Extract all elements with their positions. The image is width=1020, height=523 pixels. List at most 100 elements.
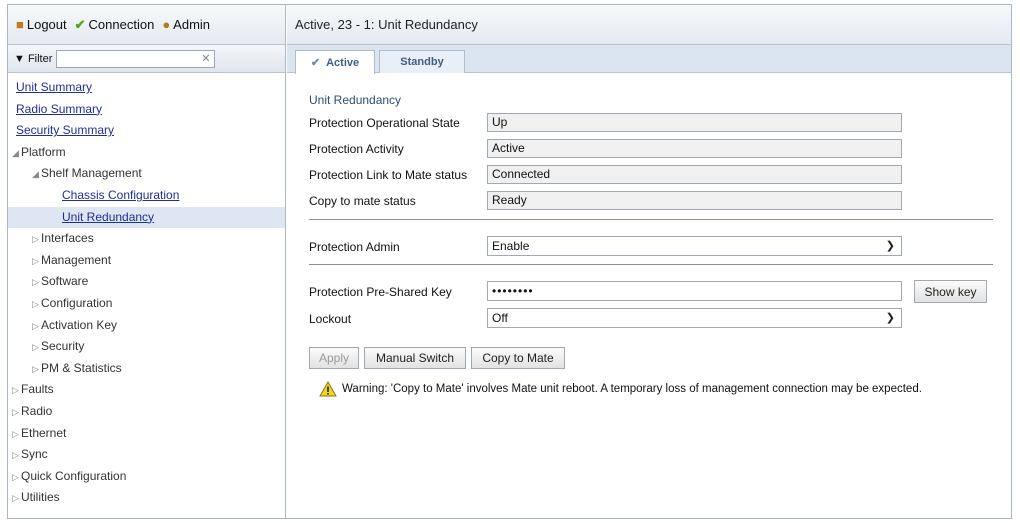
tree-item-label: Activation Key	[41, 317, 118, 332]
protection-admin-value: Enable	[492, 239, 530, 253]
link-status-field: Connected	[487, 165, 902, 184]
copy-status-field: Ready	[487, 191, 902, 210]
expanded-arrow-icon[interactable]: ◢	[12, 143, 21, 165]
tree-item[interactable]: Unit Summary	[8, 77, 285, 99]
filter-label: Filter	[27, 52, 53, 65]
lockout-value: Off	[492, 311, 508, 325]
tree-item-label: Platform	[21, 144, 66, 159]
section-title: Unit Redundancy	[309, 93, 402, 107]
activity-label: Protection Activity	[309, 141, 404, 156]
tree-item-label: Radio	[21, 403, 53, 418]
filter-input[interactable]: ✕	[56, 49, 216, 68]
tree-item[interactable]: ▷ Activation Key	[8, 315, 285, 337]
tree-item[interactable]: ▷ Software	[8, 271, 285, 293]
collapsed-arrow-icon[interactable]: ▷	[12, 380, 21, 402]
left-panel: ■ Logout ✔ Connection ● Admin ▼ Filter ✕…	[8, 5, 286, 518]
lockout-label: Lockout	[309, 311, 352, 326]
collapsed-arrow-icon[interactable]: ▷	[12, 402, 21, 424]
collapsed-arrow-icon[interactable]: ▷	[12, 467, 21, 489]
show-key-button[interactable]: Show key	[914, 280, 987, 303]
tree-item-label: PM & Statistics	[41, 360, 122, 375]
tree-item[interactable]: Radio Summary	[8, 99, 285, 121]
copy-status-row: Copy to mate status Ready	[309, 191, 1009, 210]
collapsed-arrow-icon[interactable]: ▷	[32, 337, 41, 359]
admin-user-icon: ●	[162, 17, 171, 32]
collapsed-arrow-icon[interactable]: ▷	[12, 445, 21, 467]
filter-dropdown-icon: ▼	[14, 52, 25, 65]
tree-item[interactable]: ▷ Faults	[8, 379, 285, 401]
lockout-row: Lockout Off ❯	[309, 308, 1009, 328]
connection-link[interactable]: ✔ Connection	[75, 17, 155, 33]
tree-item[interactable]: Unit Redundancy	[8, 206, 285, 229]
tree-item-label: Unit Redundancy	[62, 209, 155, 224]
tree-item[interactable]: ▷ Security	[8, 336, 285, 358]
collapsed-arrow-icon[interactable]: ▷	[12, 424, 21, 446]
chevron-down-icon: ❯	[885, 312, 895, 324]
tree-item[interactable]: ▷ Quick Configuration	[8, 466, 285, 488]
check-icon: ✔	[310, 57, 321, 69]
collapsed-arrow-icon[interactable]: ▷	[12, 488, 21, 510]
page-title: Active, 23 - 1: Unit Redundancy	[287, 5, 1011, 45]
tree-item[interactable]: ◢ Platform	[8, 142, 285, 164]
admin-label: Admin	[173, 17, 211, 32]
tree-item-label: Security	[41, 339, 85, 354]
tab-standby[interactable]: Standby	[379, 50, 465, 73]
op-state-label: Protection Operational State	[309, 115, 460, 130]
op-state-row: Protection Operational State Up	[309, 113, 1009, 132]
divider	[309, 219, 993, 220]
tree-item[interactable]: ▷ Utilities	[8, 487, 285, 509]
tree-item[interactable]: ▷ PM & Statistics	[8, 358, 285, 380]
tree-item-label: Utilities	[21, 490, 60, 505]
tree-item-label: Chassis Configuration	[62, 187, 180, 202]
filter-bar: ▼ Filter ✕	[8, 45, 285, 73]
protection-admin-select[interactable]: Enable ❯	[487, 236, 902, 256]
psk-row: Protection Pre-Shared Key •••••••• Show …	[309, 280, 1009, 303]
tree-item-label: Management	[41, 252, 112, 267]
link-status-label: Protection Link to Mate status	[309, 167, 468, 182]
activity-field: Active	[487, 139, 902, 158]
tree-item[interactable]: ▷ Radio	[8, 401, 285, 423]
copy-to-mate-button[interactable]: Copy to Mate	[471, 347, 565, 369]
tree-item[interactable]: ▷ Management	[8, 250, 285, 272]
collapsed-arrow-icon[interactable]: ▷	[32, 359, 41, 381]
lockout-select[interactable]: Off ❯	[487, 308, 902, 328]
tree-item-label: Software	[41, 274, 89, 289]
clear-filter-icon[interactable]: ✕	[201, 52, 210, 65]
tree-item-label: Interfaces	[41, 231, 94, 246]
tree-item-label: Sync	[21, 447, 48, 462]
manual-switch-button[interactable]: Manual Switch	[364, 347, 466, 369]
collapsed-arrow-icon[interactable]: ▷	[32, 294, 41, 316]
tree-item-label: Security Summary	[16, 123, 115, 138]
logout-link[interactable]: ■ Logout	[16, 17, 67, 32]
top-toolbar: ■ Logout ✔ Connection ● Admin	[8, 5, 285, 45]
expanded-arrow-icon[interactable]: ◢	[32, 164, 41, 186]
tab-active[interactable]: ✔ Active	[295, 50, 375, 74]
tree-item-label: Configuration	[41, 295, 113, 310]
tree-item[interactable]: ▷ Ethernet	[8, 423, 285, 445]
collapsed-arrow-icon[interactable]: ▷	[32, 229, 41, 251]
tree-item[interactable]: ▷ Configuration	[8, 293, 285, 315]
tree-item-label: Unit Summary	[16, 80, 93, 94]
tree-item[interactable]: ▷ Interfaces	[8, 228, 285, 250]
collapsed-arrow-icon[interactable]: ▷	[32, 316, 41, 338]
tree-item[interactable]: ▷ Sync	[8, 444, 285, 466]
tree-item[interactable]: Chassis Configuration	[8, 185, 285, 207]
psk-input[interactable]: ••••••••	[487, 281, 902, 301]
tab-active-label: Active	[326, 56, 360, 69]
admin-link[interactable]: ● Admin	[162, 17, 210, 32]
warning-icon	[319, 381, 337, 397]
navigation-tree: Unit Summary Radio Summary Security Summar…	[8, 73, 285, 509]
tree-item[interactable]: ◢ Shelf Management	[8, 163, 285, 185]
admin-row: Protection Admin Enable ❯	[309, 236, 1009, 256]
activity-row: Protection Activity Active	[309, 139, 1009, 158]
logout-label: Logout	[26, 17, 67, 32]
logout-icon: ■	[16, 17, 24, 32]
check-icon: ✔	[74, 16, 86, 32]
filter-label-wrap[interactable]: ▼ Filter	[14, 53, 52, 65]
collapsed-arrow-icon[interactable]: ▷	[32, 251, 41, 273]
tree-item[interactable]: Security Summary	[8, 120, 285, 142]
collapsed-arrow-icon[interactable]: ▷	[32, 272, 41, 294]
apply-button[interactable]: Apply	[309, 347, 359, 369]
warning-message: Warning: 'Copy to Mate' involves Mate un…	[319, 381, 922, 397]
link-status-row: Protection Link to Mate status Connected	[309, 165, 1009, 184]
